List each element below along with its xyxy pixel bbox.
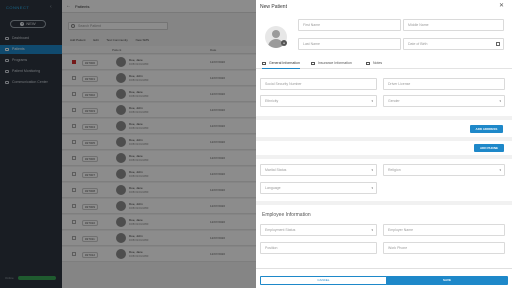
religion-select[interactable]: Religion ▾	[383, 164, 505, 176]
chevron-down-icon: ▾	[499, 99, 501, 103]
tab-label: Insurance Information	[318, 61, 352, 65]
gender-select[interactable]: Gender ▾	[383, 95, 505, 107]
employee-section-title: Employee Information	[262, 212, 311, 218]
chevron-down-icon: ▾	[371, 99, 373, 103]
tab-label: Notes	[373, 61, 383, 65]
tab-notes[interactable]: Notes	[366, 58, 382, 69]
position-placeholder: Position	[265, 246, 278, 250]
cancel-button[interactable]: CANCEL	[260, 276, 387, 285]
chevron-down-icon: ▾	[371, 186, 373, 190]
middle-name-placeholder: Middle Name	[408, 23, 429, 27]
driver-license-placeholder: Driver License	[388, 82, 411, 86]
add-phone-button[interactable]: ADD PHONE	[474, 144, 504, 152]
divider	[256, 155, 512, 159]
gender-placeholder: Gender	[388, 99, 400, 103]
close-icon[interactable]: ✕	[499, 3, 504, 9]
add-address-button[interactable]: ADD ADDRESS	[470, 125, 503, 133]
tab-insurance-information[interactable]: Insurance Information	[311, 58, 352, 69]
driver-license-field[interactable]: Driver License	[383, 78, 505, 90]
calendar-icon[interactable]	[496, 42, 500, 46]
divider	[256, 268, 512, 269]
middle-name-field[interactable]: Middle Name	[403, 19, 504, 31]
ssn-field[interactable]: Social Security Number	[260, 78, 377, 90]
first-name-placeholder: First Name	[303, 23, 321, 27]
ethnicity-select[interactable]: Ethnicity ▾	[260, 95, 377, 107]
ssn-placeholder: Social Security Number	[265, 82, 302, 86]
new-patient-panel: New Patient ✕ ● First Name Middle Name L…	[256, 0, 512, 288]
chevron-down-icon: ▾	[499, 168, 501, 172]
employer-name-field[interactable]: Employer Name	[383, 224, 505, 236]
ethnicity-placeholder: Ethnicity	[265, 99, 279, 103]
divider	[256, 201, 512, 205]
tab-general-information[interactable]: General Information	[262, 58, 300, 69]
last-name-placeholder: Last Name	[303, 42, 320, 46]
religion-placeholder: Religion	[388, 168, 401, 172]
employment-status-placeholder: Employment Status	[265, 228, 296, 232]
general-info-icon	[262, 62, 266, 65]
save-button[interactable]: SAVE	[386, 276, 508, 285]
language-placeholder: Language	[265, 186, 281, 190]
divider	[256, 137, 512, 141]
date-of-birth-field[interactable]: Date of Birth	[403, 38, 504, 50]
marital-status-select[interactable]: Marital Status ▾	[260, 164, 377, 176]
last-name-field[interactable]: Last Name	[298, 38, 401, 50]
panel-title: New Patient	[260, 4, 287, 10]
chevron-down-icon: ▾	[371, 228, 373, 232]
tab-label: General Information	[269, 61, 300, 65]
first-name-field[interactable]: First Name	[298, 19, 401, 31]
position-field[interactable]: Position	[260, 242, 377, 254]
divider	[256, 116, 512, 120]
notes-icon	[366, 62, 370, 65]
work-phone-placeholder: Work Phone	[388, 246, 408, 250]
avatar-head	[272, 30, 280, 38]
panel-tabs: General Information Insurance Informatio…	[256, 58, 512, 69]
marital-status-placeholder: Marital Status	[265, 168, 287, 172]
modal-backdrop[interactable]	[0, 0, 256, 288]
language-select[interactable]: Language ▾	[260, 182, 377, 194]
insurance-icon	[311, 62, 315, 65]
dob-placeholder: Date of Birth	[408, 42, 428, 46]
chevron-down-icon: ▾	[371, 168, 373, 172]
work-phone-field[interactable]: Work Phone	[383, 242, 505, 254]
employer-name-placeholder: Employer Name	[388, 228, 414, 232]
employment-status-select[interactable]: Employment Status ▾	[260, 224, 377, 236]
camera-icon[interactable]: ●	[281, 40, 287, 46]
